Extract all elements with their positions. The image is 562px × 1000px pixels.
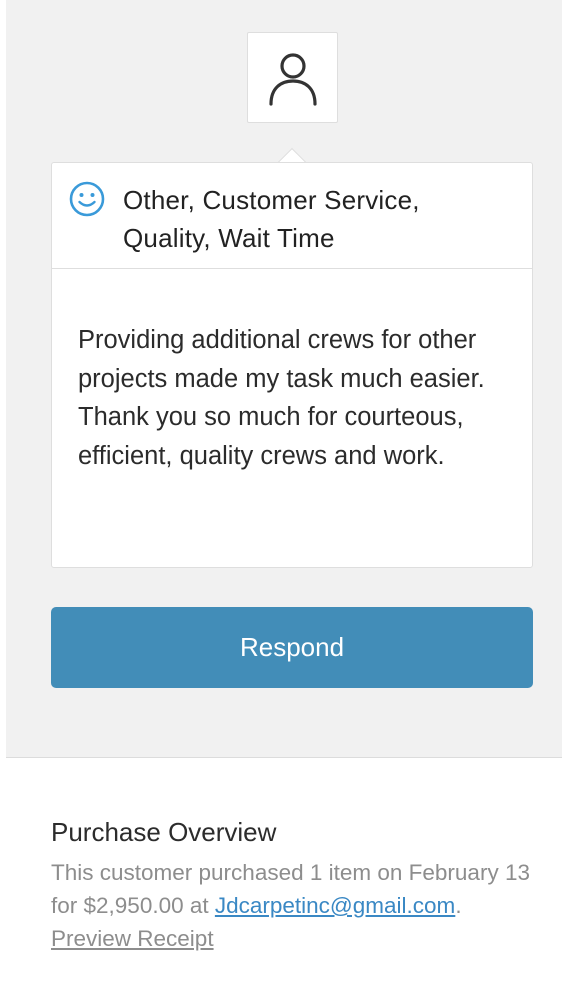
preview-receipt-link[interactable]: Preview Receipt [51, 926, 214, 951]
review-section: Other, Customer Service, Quality, Wait T… [6, 0, 562, 758]
customer-email-link[interactable]: Jdcarpetinc@gmail.com [215, 893, 455, 918]
purchase-overview-title: Purchase Overview [51, 817, 277, 847]
review-card: Other, Customer Service, Quality, Wait T… [51, 162, 533, 568]
user-outline-icon [268, 52, 317, 106]
review-card-header: Other, Customer Service, Quality, Wait T… [52, 163, 532, 269]
review-text: Providing additional crews for other pro… [78, 326, 485, 470]
separator-text: . [455, 893, 462, 918]
review-categories: Other, Customer Service, Quality, Wait T… [123, 185, 420, 253]
customer-avatar [247, 32, 338, 123]
respond-button[interactable]: Respond [51, 607, 533, 688]
smiley-icon [69, 181, 105, 217]
purchase-overview-text: This customer purchased 1 item on Februa… [51, 856, 531, 955]
